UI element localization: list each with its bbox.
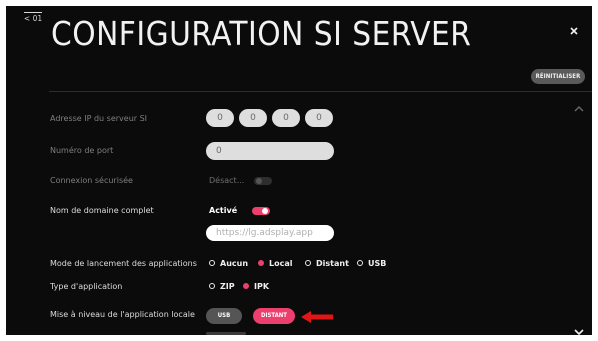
launch-mode-option-aucun[interactable]: Aucun <box>209 259 248 269</box>
ip-address-label: Adresse IP du serveur SI <box>50 114 148 123</box>
back-button[interactable]: < 01 <box>24 14 42 23</box>
secure-connection-toggle[interactable] <box>254 177 272 185</box>
option-label: Local <box>269 259 293 268</box>
radio-unselected-icon <box>209 260 215 266</box>
secure-connection-state: Désact... <box>209 176 245 185</box>
port-number-field[interactable]: 0 <box>206 142 334 160</box>
radio-selected-icon <box>258 260 264 266</box>
reset-button[interactable]: RÉINITIALISER <box>531 69 585 84</box>
option-label: Aucun <box>220 259 249 268</box>
close-icon[interactable] <box>568 22 580 35</box>
launch-mode-option-usb[interactable]: USB <box>357 259 386 269</box>
ip-octet-2-field[interactable]: 0 <box>239 109 267 127</box>
radio-unselected-icon <box>209 283 215 289</box>
option-label: ZIP <box>220 282 235 291</box>
port-number-label: Numéro de port <box>50 146 114 155</box>
red-arrow-icon <box>300 309 334 323</box>
app-upgrade-label: Mise à niveau de l'application locale <box>50 310 195 319</box>
domain-name-input[interactable]: https://lg.adsplay.app <box>206 225 334 241</box>
launch-mode-option-distant[interactable]: Distant <box>305 259 349 269</box>
launch-mode-label: Mode de lancement des applications <box>50 259 197 268</box>
launch-mode-option-local[interactable]: Local <box>258 259 292 269</box>
option-label: Distant <box>316 259 349 268</box>
scroll-up-icon[interactable] <box>574 97 584 112</box>
next-row-hint <box>206 332 246 335</box>
upgrade-usb-button[interactable]: USB <box>206 308 242 324</box>
ip-octet-1-field[interactable]: 0 <box>206 109 234 127</box>
fqdn-label: Nom de domaine complet <box>50 206 154 215</box>
ip-octet-3-field[interactable]: 0 <box>272 109 300 127</box>
ip-octet-4-field[interactable]: 0 <box>305 109 333 127</box>
radio-unselected-icon <box>305 260 311 266</box>
toggle-knob <box>262 208 268 214</box>
app-type-label: Type d'application <box>50 282 123 291</box>
app-type-option-zip[interactable]: ZIP <box>209 282 235 292</box>
radio-selected-icon <box>243 283 249 289</box>
secure-connection-label: Connexion sécurisée <box>50 176 133 185</box>
toggle-knob <box>256 178 262 184</box>
app-type-option-ipk[interactable]: IPK <box>243 282 269 292</box>
option-label: USB <box>368 259 387 268</box>
upgrade-distant-button[interactable]: DISTANT <box>253 308 295 324</box>
option-label: IPK <box>254 282 270 291</box>
header-divider <box>49 91 592 92</box>
settings-screen: < 01 CONFIGURATION SI SERVER RÉINITIALIS… <box>6 6 592 335</box>
scroll-down-icon[interactable] <box>574 320 584 335</box>
fqdn-state: Activé <box>209 206 238 215</box>
page-title: CONFIGURATION SI SERVER <box>51 14 472 53</box>
fqdn-toggle[interactable] <box>252 207 270 215</box>
back-indicator-line <box>24 12 42 13</box>
radio-unselected-icon <box>357 260 363 266</box>
